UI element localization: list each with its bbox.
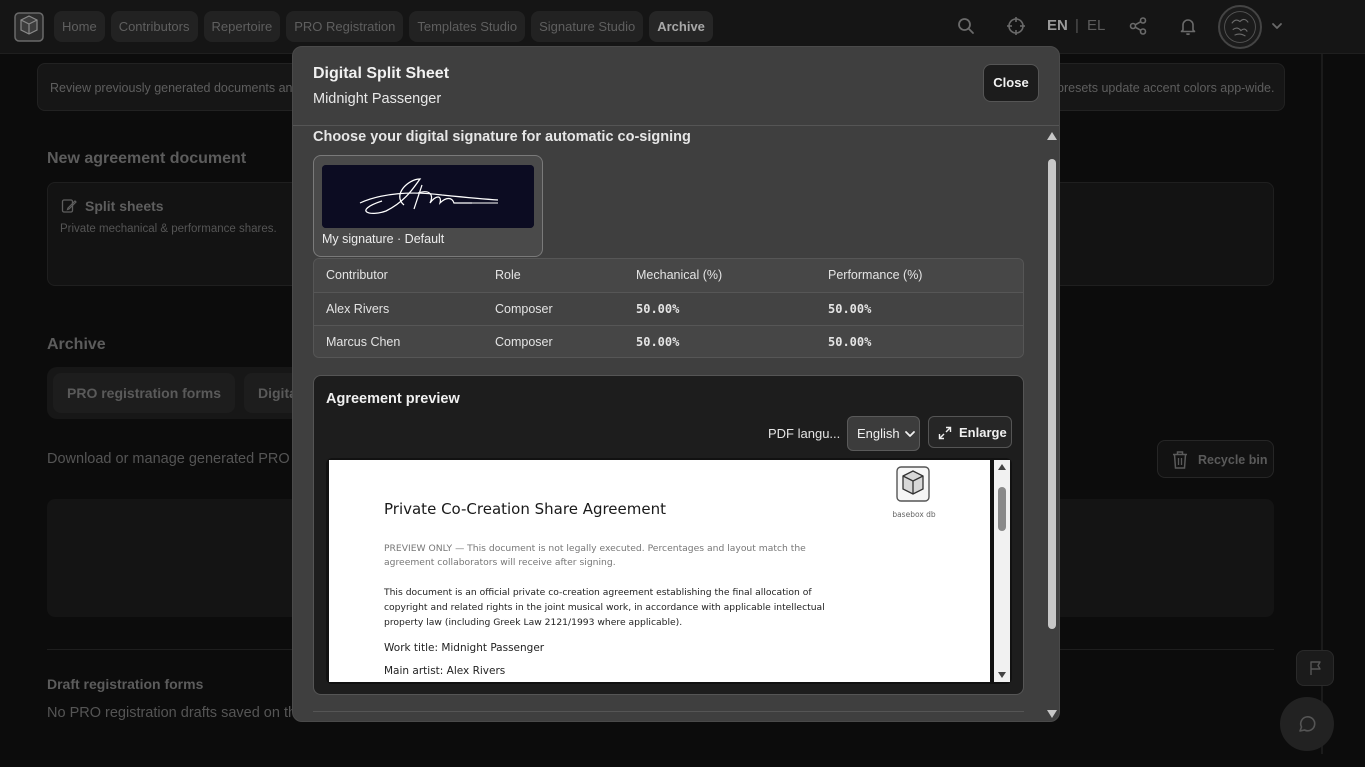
expand-icon bbox=[938, 426, 952, 440]
cell-role: Composer bbox=[495, 302, 553, 316]
scroll-up-icon[interactable] bbox=[997, 463, 1007, 471]
drafts-empty-text: No PRO registration drafts saved on thi bbox=[47, 705, 300, 721]
header-performance: Performance (%) bbox=[828, 268, 923, 282]
pdf-language-select[interactable]: English bbox=[847, 416, 920, 451]
split-table: Contributor Role Mechanical (%) Performa… bbox=[313, 258, 1024, 358]
header-role: Role bbox=[495, 268, 521, 282]
doc-preview-note: PREVIEW ONLY — This document is not lega… bbox=[384, 543, 806, 568]
archive-heading: Archive bbox=[47, 336, 106, 353]
edit-document-icon bbox=[61, 199, 77, 213]
language-separator: | bbox=[1075, 17, 1079, 34]
header-mechanical: Mechanical (%) bbox=[636, 268, 723, 282]
chevron-down-icon bbox=[905, 431, 915, 437]
cell-performance: 50.00% bbox=[828, 335, 872, 349]
info-banner-text: Review previously generated documents an… bbox=[50, 81, 300, 95]
app-logo-icon[interactable] bbox=[12, 8, 46, 46]
scroll-down-icon[interactable] bbox=[997, 671, 1007, 679]
main-nav-tabs: Home Contributors Repertoire PRO Registr… bbox=[54, 11, 713, 42]
cell-role: Composer bbox=[495, 335, 553, 349]
info-banner-text-right: presets update accent colors app-wide. bbox=[1057, 81, 1275, 95]
modal-section-divider bbox=[313, 711, 1024, 712]
search-icon[interactable] bbox=[956, 16, 976, 36]
agreement-preview-panel: Agreement preview PDF langu... English E… bbox=[313, 375, 1024, 695]
cell-performance: 50.00% bbox=[828, 302, 872, 316]
user-avatar[interactable] bbox=[1218, 5, 1262, 49]
enlarge-button[interactable]: Enlarge bbox=[928, 416, 1012, 448]
cell-contributor: Alex Rivers bbox=[326, 302, 390, 316]
trash-icon bbox=[1173, 451, 1187, 469]
flag-icon bbox=[1310, 661, 1321, 675]
nav-tab-home[interactable]: Home bbox=[54, 11, 105, 42]
pdf-preview-frame[interactable]: basebox db Private Co-Creation Share Agr… bbox=[326, 458, 1012, 684]
nav-tab-templates-studio[interactable]: Templates Studio bbox=[409, 11, 526, 42]
pdf-scroll-thumb[interactable] bbox=[998, 487, 1006, 531]
pdf-scrollbar[interactable] bbox=[994, 460, 1010, 682]
cell-contributor: Marcus Chen bbox=[326, 335, 401, 349]
nav-tab-signature-studio[interactable]: Signature Studio bbox=[531, 11, 644, 42]
selected-language: English bbox=[857, 426, 900, 441]
scroll-up-icon[interactable] bbox=[1046, 131, 1058, 141]
signature-option-default[interactable]: My signature · Default bbox=[313, 155, 543, 257]
chevron-down-icon[interactable] bbox=[1270, 19, 1284, 33]
page-scrollbar[interactable] bbox=[1321, 54, 1323, 754]
pdf-language-label: PDF langu... bbox=[768, 426, 841, 441]
modal-subtitle: Midnight Passenger bbox=[313, 91, 442, 107]
recycle-bin-button[interactable]: Recycle bin bbox=[1157, 440, 1274, 478]
nav-tab-repertoire[interactable]: Repertoire bbox=[203, 11, 281, 42]
signature-image bbox=[322, 165, 534, 228]
modal-header: Digital Split Sheet Midnight Passenger C… bbox=[293, 47, 1059, 126]
digital-split-sheet-modal: Digital Split Sheet Midnight Passenger C… bbox=[292, 46, 1060, 722]
chat-bubble-icon bbox=[1299, 716, 1316, 732]
drafts-heading: Draft registration forms bbox=[47, 676, 204, 692]
pdf-page: basebox db Private Co-Creation Share Agr… bbox=[329, 460, 990, 682]
basebox-logo-icon bbox=[896, 466, 930, 502]
chat-launcher-button[interactable] bbox=[1280, 697, 1334, 751]
bell-icon[interactable] bbox=[1178, 16, 1198, 36]
cell-mechanical: 50.00% bbox=[636, 335, 680, 349]
table-row: Marcus Chen Composer 50.00% 50.00% bbox=[314, 325, 1023, 357]
table-header-row: Contributor Role Mechanical (%) Performa… bbox=[314, 259, 1023, 292]
nav-tab-archive[interactable]: Archive bbox=[649, 11, 713, 42]
doc-title: Private Co-Creation Share Agreement bbox=[384, 500, 666, 518]
language-el-toggle[interactable]: EL bbox=[1087, 17, 1105, 34]
cell-mechanical: 50.00% bbox=[636, 302, 680, 316]
doc-body-paragraph: This document is an official private co-… bbox=[384, 587, 825, 628]
close-button[interactable]: Close bbox=[983, 64, 1039, 102]
preview-title: Agreement preview bbox=[326, 391, 460, 407]
language-en-toggle[interactable]: EN bbox=[1047, 17, 1068, 34]
download-description: Download or manage generated PRO r bbox=[47, 451, 299, 467]
doc-work-title: Work title: Midnight Passenger bbox=[384, 642, 545, 654]
header-contributor: Contributor bbox=[326, 268, 388, 282]
card-description: Private mechanical & performance shares. bbox=[60, 223, 277, 235]
signature-label: My signature · Default bbox=[322, 232, 445, 246]
recycle-bin-label: Recycle bin bbox=[1198, 453, 1268, 467]
modal-title: Digital Split Sheet bbox=[313, 65, 450, 82]
card-title: Split sheets bbox=[85, 198, 164, 214]
doc-logo-text: basebox db bbox=[892, 510, 936, 519]
new-agreement-heading: New agreement document bbox=[47, 150, 247, 167]
signature-heading: Choose your digital signature for automa… bbox=[313, 129, 691, 145]
nav-tab-pro-registration[interactable]: PRO Registration bbox=[286, 11, 404, 42]
tab-pro-registration-forms[interactable]: PRO registration forms bbox=[53, 373, 236, 413]
modal-scroll-thumb[interactable] bbox=[1048, 159, 1056, 629]
doc-main-artist: Main artist: Alex Rivers bbox=[384, 665, 506, 677]
crosshair-icon[interactable] bbox=[1006, 16, 1026, 36]
share-icon[interactable] bbox=[1128, 16, 1148, 36]
enlarge-label: Enlarge bbox=[959, 425, 1007, 440]
table-row: Alex Rivers Composer 50.00% 50.00% bbox=[314, 292, 1023, 325]
nav-tab-contributors[interactable]: Contributors bbox=[110, 11, 198, 42]
scroll-down-icon[interactable] bbox=[1046, 709, 1058, 719]
modal-scrollbar[interactable] bbox=[1045, 129, 1059, 721]
feedback-flag-button[interactable] bbox=[1296, 650, 1334, 686]
